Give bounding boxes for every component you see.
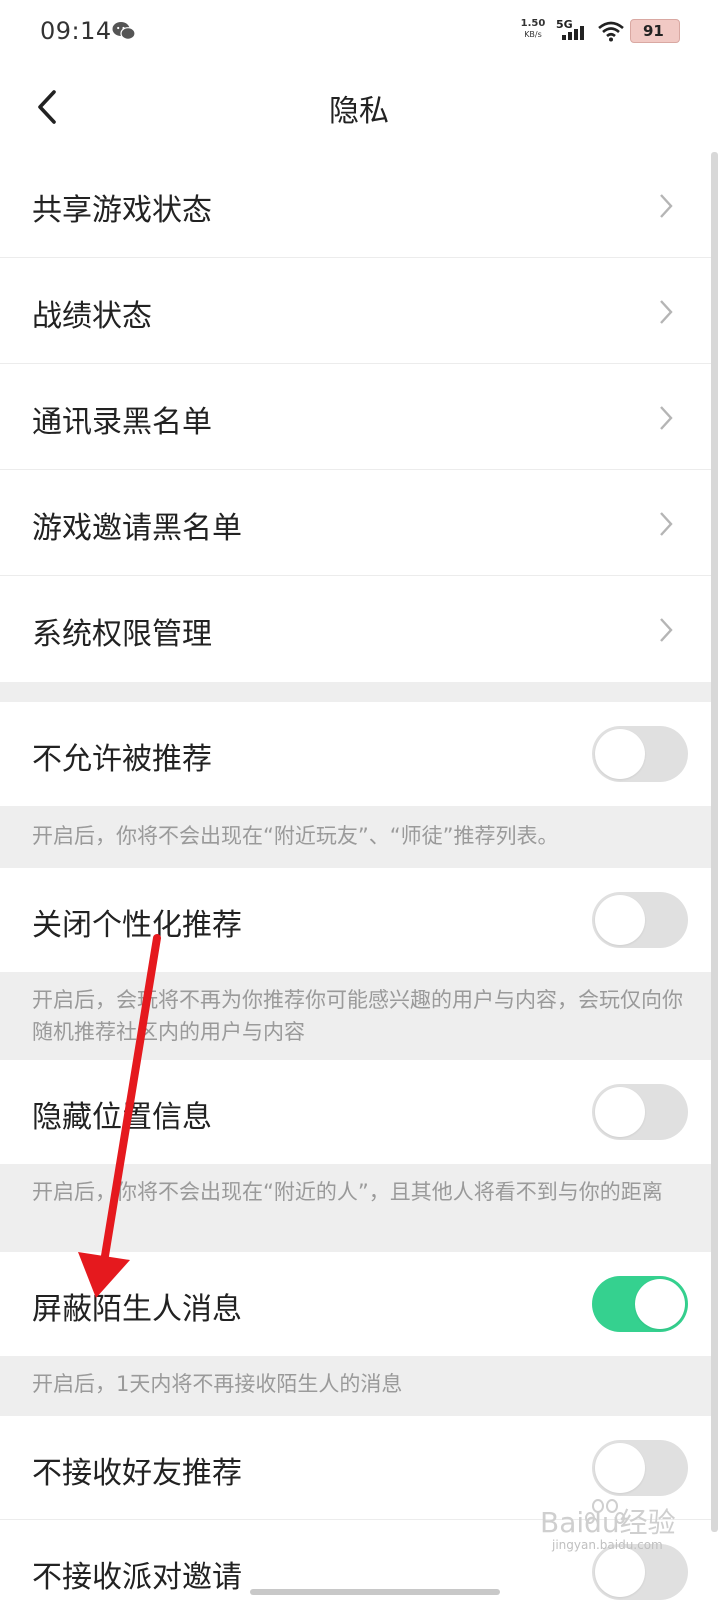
watermark-brand: Baidu经验 — [540, 1506, 676, 1539]
link-item-share-game-status[interactable]: 共享游戏状态 — [0, 152, 718, 258]
wifi-icon — [598, 21, 624, 42]
toggle-switch[interactable] — [592, 726, 688, 782]
toggle-label: 隐藏位置信息 — [32, 1100, 212, 1135]
toggle-row-disallow-recommend: 不允许被推荐 — [0, 702, 718, 806]
link-item-invite-blacklist[interactable]: 游戏邀请黑名单 — [0, 470, 718, 576]
battery-level: 91 — [643, 22, 664, 40]
toggle-switch[interactable] — [592, 1440, 688, 1496]
link-item-system-permissions[interactable]: 系统权限管理 — [0, 576, 718, 682]
net-speed-unit: KB/s — [524, 30, 542, 39]
toggle-label: 关闭个性化推荐 — [32, 908, 242, 943]
toggle-knob — [595, 729, 645, 779]
link-item-record-status[interactable]: 战绩状态 — [0, 258, 718, 364]
toggle-label: 不接收派对邀请 — [32, 1560, 242, 1595]
link-item-contacts-blacklist[interactable]: 通讯录黑名单 — [0, 364, 718, 470]
settings-list: 共享游戏状态 战绩状态 通讯录黑名单 游戏邀请黑名单 系统权限管理 不允许被推荐… — [0, 152, 718, 1600]
toggle-knob — [595, 1443, 645, 1493]
net-speed: 1.50 KB/s — [518, 18, 548, 40]
chevron-right-icon — [660, 512, 673, 536]
link-item-label: 系统权限管理 — [32, 617, 212, 652]
hint-text: 开启后，你将不会出现在“附近玩友”、“师徒”推荐列表。 — [0, 806, 718, 868]
toggle-label: 不允许被推荐 — [32, 742, 212, 777]
link-item-label: 战绩状态 — [32, 299, 152, 334]
section-gap — [0, 682, 718, 702]
toggle-row-block-strangers: 屏蔽陌生人消息 — [0, 1252, 718, 1356]
toggle-switch[interactable] — [592, 1084, 688, 1140]
toggle-knob — [595, 1087, 645, 1137]
chevron-right-icon — [660, 300, 673, 324]
status-time: 09:14 — [40, 17, 112, 45]
battery-icon: 91 — [630, 19, 680, 43]
toggle-label: 屏蔽陌生人消息 — [32, 1292, 242, 1327]
page-title: 隐私 — [329, 94, 389, 129]
net-speed-value: 1.50 — [520, 18, 546, 29]
hint-text: 开启后，你将不会出现在“附近的人”，且其他人将看不到与你的距离 — [0, 1164, 718, 1252]
toggle-switch[interactable] — [592, 1276, 688, 1332]
wechat-icon — [112, 22, 136, 40]
signal-icon: 5G — [556, 18, 584, 40]
toggle-knob — [635, 1279, 685, 1329]
hint-text: 开启后，1天内将不再接收陌生人的消息 — [0, 1356, 718, 1416]
link-item-label: 游戏邀请黑名单 — [32, 511, 242, 546]
hint-text: 开启后，会玩将不再为你推荐你可能感兴趣的用户与内容，会玩仅向你随机推荐社区内的用… — [0, 972, 718, 1060]
chevron-right-icon — [660, 406, 673, 430]
network-type: 5G — [556, 18, 573, 31]
chevron-right-icon — [660, 618, 673, 642]
watermark-url: jingyan.baidu.com — [552, 1538, 663, 1552]
toggle-row-hide-location: 隐藏位置信息 — [0, 1060, 718, 1164]
toggle-knob — [595, 895, 645, 945]
toggle-switch[interactable] — [592, 892, 688, 948]
home-indicator[interactable] — [250, 1589, 500, 1595]
toggle-row-disable-personalized: 关闭个性化推荐 — [0, 868, 718, 972]
link-item-label: 共享游戏状态 — [32, 193, 212, 228]
scrollbar[interactable] — [711, 152, 718, 1532]
status-bar: 09:14 1.50 KB/s 5G 91 — [0, 0, 718, 62]
toggle-label: 不接收好友推荐 — [32, 1456, 242, 1491]
link-item-label: 通讯录黑名单 — [32, 405, 212, 440]
nav-bar: 隐私 — [0, 62, 718, 152]
chevron-right-icon — [660, 194, 673, 218]
